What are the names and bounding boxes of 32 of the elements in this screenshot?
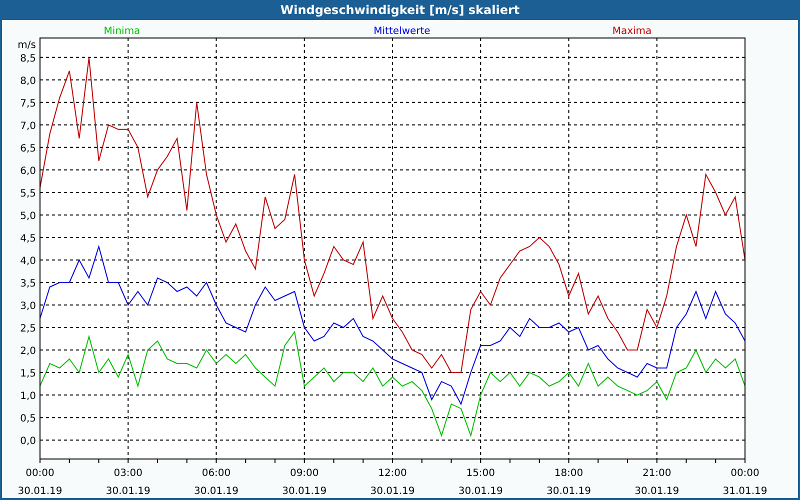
tick-label: 15:00 30.01.19 [458,468,503,497]
tick-label: 5,5 [20,188,36,200]
tick-label: 6,0 [20,166,36,177]
tick-label: 3,5 [20,278,36,290]
tick-label: 4,0 [20,256,36,267]
tick-label: 4,5 [20,233,36,244]
tick-label: 06:00 30.01.19 [194,468,239,497]
tick-label: 1,5 [20,368,36,380]
tick-label: 7,5 [20,98,36,110]
legend-label: Maxima [612,26,652,37]
tick-label: 0,0 [20,436,36,448]
tick-label: 03:00 30.01.19 [106,468,150,497]
legend-label: Minima [104,26,140,37]
tick-label: 00:00 31.01.19 [722,468,768,497]
tick-label: 1,0 [20,391,36,402]
tick-label: 09:00 30.01.19 [282,468,327,497]
tick-label: 00:00 30.01.19 [18,468,62,497]
legend-label: Mittelwerte [374,26,430,37]
tick-label: 6,5 [20,143,36,154]
tick-label: 2,5 [20,324,36,335]
window-title: Windgeschwindigkeit [m/s] skaliert [2,0,798,20]
tick-label: 0,5 [20,414,36,425]
tick-label: 5,0 [20,210,36,222]
tick-label: 21:00 30.01.19 [634,468,680,497]
tick-label: 2,0 [20,346,36,358]
tick-label: 7,0 [20,120,36,132]
tick-label: 12:00 30.01.19 [370,468,415,497]
tick-label: 8,0 [20,76,36,87]
axis-label: m/s [18,40,36,51]
tick-label: 8,5 [20,53,36,64]
tick-label: 3,0 [20,301,36,312]
tick-label: 18:00 30.01.19 [546,468,592,497]
